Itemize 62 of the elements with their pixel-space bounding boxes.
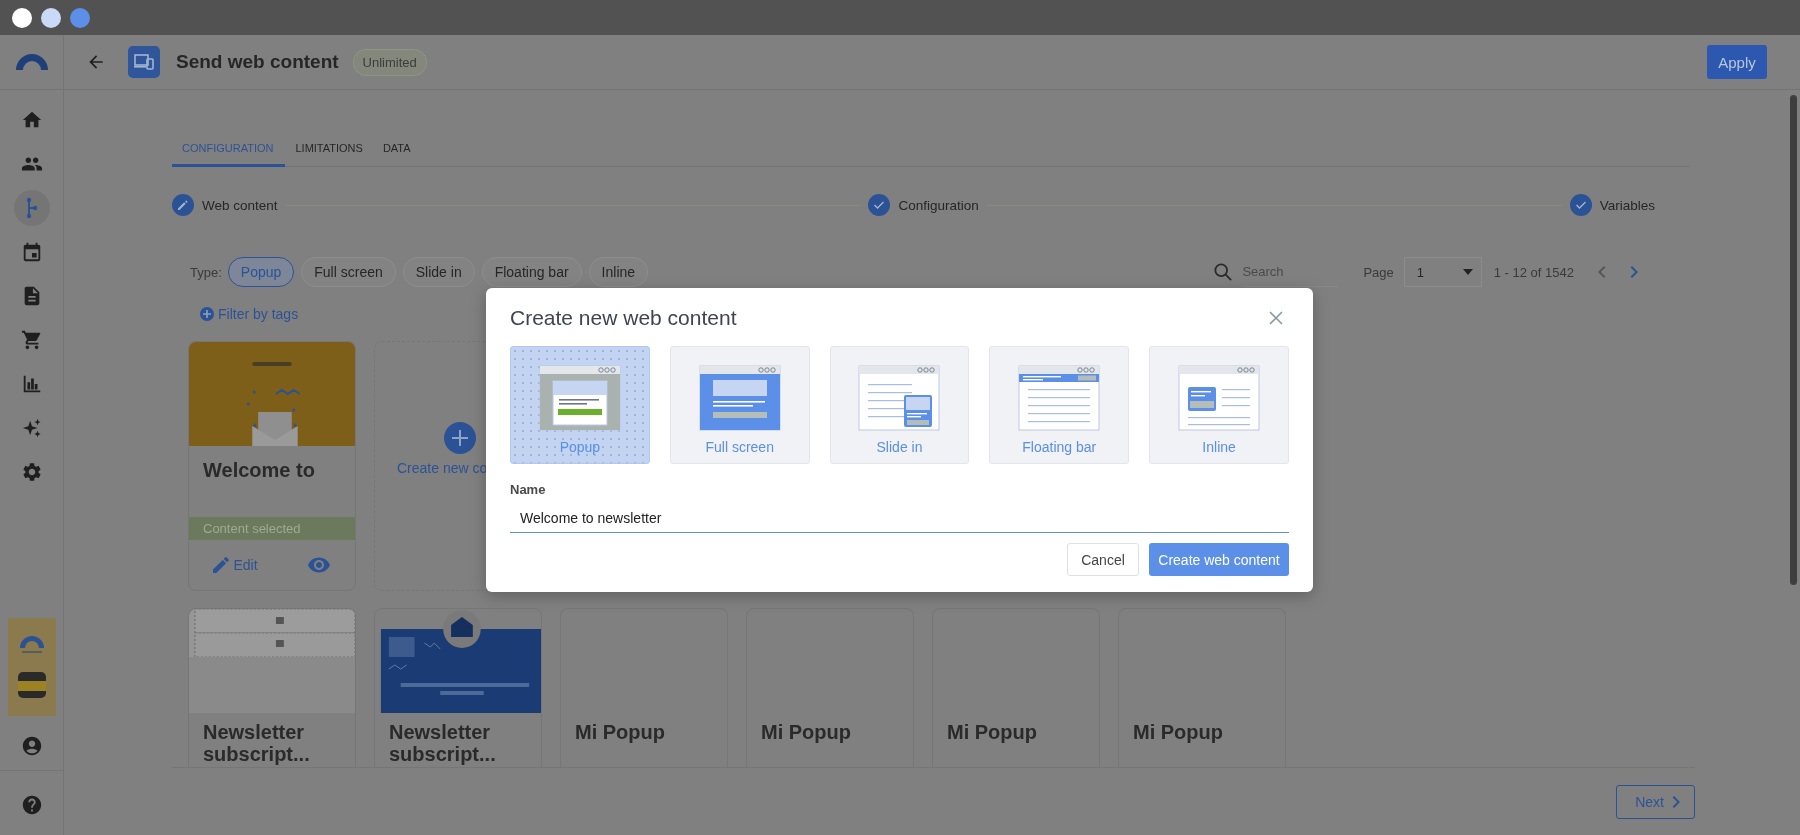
filter-chip[interactable]: Popup — [227, 257, 295, 287]
cancel-button[interactable]: Cancel — [1067, 543, 1139, 576]
content-card[interactable]: Mi Popup — [560, 608, 728, 767]
tab[interactable]: LIMITATIONS — [285, 130, 373, 167]
type-option[interactable]: Inline — [1149, 346, 1289, 464]
page-select[interactable]: 1 — [1403, 257, 1482, 287]
plus-icon — [200, 307, 214, 321]
help-icon — [20, 794, 43, 816]
window-control[interactable] — [12, 7, 32, 28]
user-icon — [20, 735, 43, 757]
window-control[interactable] — [41, 7, 61, 28]
card-title: Mi Popup — [1132, 720, 1224, 745]
page-range: 1 - 12 of 1542 — [1493, 264, 1574, 280]
card-title: Mi Popup — [946, 720, 1038, 745]
card-title: Welcome to — [202, 458, 316, 483]
scrollbar[interactable] — [1789, 95, 1797, 585]
filter-chip[interactable]: Slide in — [402, 257, 475, 287]
chevron-left-icon — [1598, 266, 1606, 278]
type-option[interactable]: Floating bar — [989, 346, 1130, 464]
type-option[interactable]: Slide in — [829, 346, 970, 464]
logo-icon — [15, 54, 48, 70]
chevron-right-icon — [1630, 266, 1638, 278]
name-field[interactable]: Welcome to newsletter — [510, 503, 1289, 533]
branch-icon — [25, 197, 38, 219]
filter-chip[interactable]: Full screen — [301, 257, 396, 287]
dialog-title: Create new web content — [510, 306, 737, 330]
card-title: Mi Popup — [574, 720, 666, 745]
caret-icon — [1462, 269, 1473, 275]
content-card[interactable]: Mi Popup — [932, 608, 1100, 767]
content-card[interactable]: Mi Popup — [1118, 608, 1286, 767]
card-title: Mi Popup — [760, 720, 852, 745]
apply-button[interactable]: Apply — [1707, 45, 1767, 79]
next-button[interactable]: Next — [1616, 784, 1695, 819]
page-label: Page — [1363, 264, 1394, 280]
search-icon — [1214, 263, 1233, 281]
tab[interactable]: CONFIGURATION — [172, 130, 286, 167]
devices-icon — [128, 46, 160, 78]
card-title: Newsletter subscript... — [202, 720, 311, 767]
filter-chip[interactable]: Floating bar — [481, 257, 582, 287]
step-label: Web content — [202, 197, 278, 213]
type-option[interactable]: Popup — [510, 346, 650, 464]
settings-icon — [20, 461, 43, 483]
content-card[interactable]: Newsletter subscript... — [374, 608, 542, 767]
close-icon[interactable] — [1269, 311, 1283, 325]
step-label: Configuration — [898, 197, 979, 213]
plus-icon — [444, 422, 476, 454]
filter-chip[interactable]: Inline — [588, 257, 649, 287]
plan-badge: Unlimited — [352, 48, 427, 76]
card-title: Newsletter subscript... — [388, 720, 497, 767]
page-title: Send web content — [176, 51, 339, 73]
chevron-right-icon — [1672, 795, 1680, 808]
edit-button[interactable]: Edit — [213, 557, 258, 573]
content-card[interactable]: Mi Popup — [746, 608, 914, 767]
create-button[interactable]: Create web content — [1149, 543, 1289, 576]
filter-by-tags-link[interactable]: Filter by tags — [200, 301, 299, 327]
type-label: Type: — [190, 264, 222, 280]
type-option[interactable]: Full screen — [669, 346, 810, 464]
pencil-icon — [213, 557, 230, 573]
cart-icon — [20, 329, 43, 351]
content-card[interactable]: Newsletter subscript... — [188, 608, 356, 767]
tab[interactable]: DATA — [372, 130, 421, 167]
step-label: Variables — [1599, 197, 1655, 213]
